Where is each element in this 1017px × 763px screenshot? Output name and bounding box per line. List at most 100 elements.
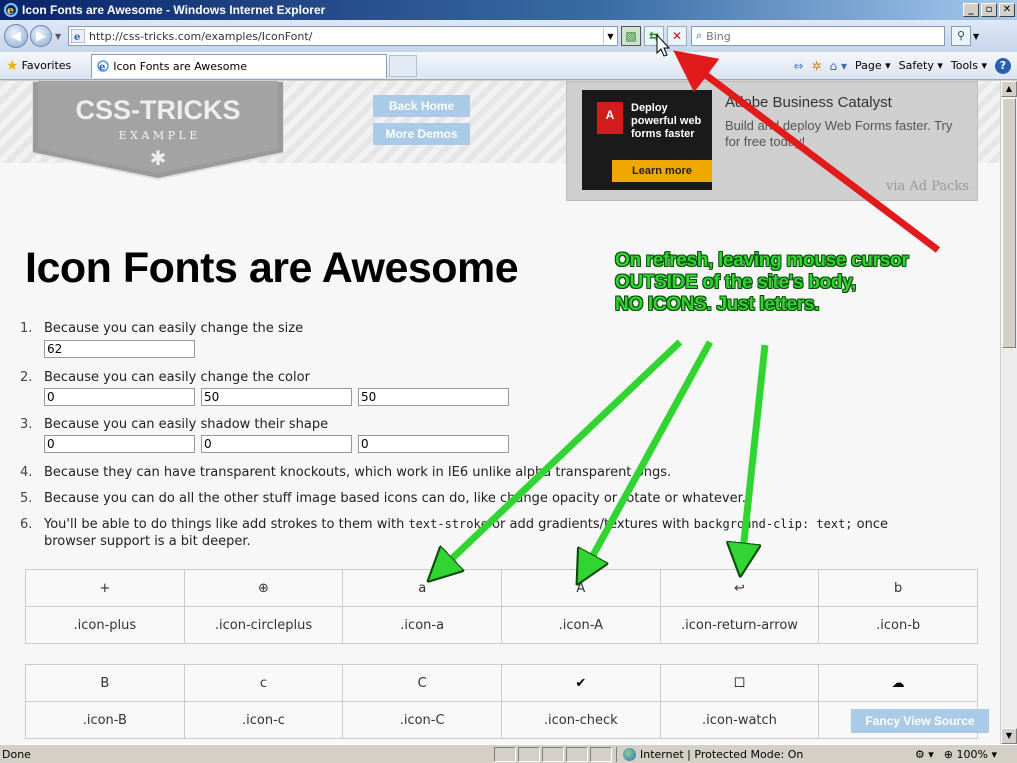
shadow-input-1[interactable] xyxy=(44,435,195,453)
ad-title[interactable]: Adobe Business Catalyst xyxy=(725,94,892,111)
page-viewport: CSS-TRICKS E X A M P L E ✱ Back Home Mor… xyxy=(0,81,1000,744)
annotation-line: On refresh, leaving mouse cursor xyxy=(615,250,909,271)
icon-table-1: + ⊕ a A ↩ b .icon-plus .icon-circleplus … xyxy=(25,569,978,644)
compatibility-view-button[interactable]: ▧ xyxy=(621,26,641,46)
table-cell: .icon-a xyxy=(342,606,502,644)
check-icon: ✔ xyxy=(500,664,661,702)
color-input-2[interactable] xyxy=(201,388,352,406)
stop-button[interactable]: ✕ xyxy=(667,26,687,46)
list-text: Because they can have transparent knocko… xyxy=(44,465,672,480)
status-text: Done xyxy=(2,747,31,761)
refresh-button[interactable]: ⇆ xyxy=(644,26,664,46)
zoom-level: 100% xyxy=(956,747,988,761)
annotation-line: NO ICONS. Just letters. xyxy=(615,294,820,315)
icon-a-glyph: a xyxy=(342,569,502,607)
css-tricks-logo[interactable]: CSS-TRICKS E X A M P L E ✱ xyxy=(32,81,284,181)
minimize-button[interactable]: _ xyxy=(963,3,979,17)
shadow-input-2[interactable] xyxy=(201,435,352,453)
web-slice-icon[interactable]: ✲ xyxy=(811,59,821,73)
icon-table-2: B c C ✔ ☐ ☁ .icon-B .icon-c .icon-C .ico… xyxy=(25,664,978,739)
accessibility-icon[interactable]: ⚙ ▾ xyxy=(915,748,934,761)
list-text: Because you can easily shadow their shap… xyxy=(44,417,329,432)
table-cell: .icon-check xyxy=(500,701,661,739)
search-input[interactable] xyxy=(706,29,944,43)
table-row: .icon-B .icon-c .icon-C .icon-check .ico… xyxy=(25,701,978,739)
ad-image: A Deploy powerful web forms faster Learn… xyxy=(582,90,712,190)
recent-pages-dropdown[interactable]: ▼ xyxy=(55,32,65,41)
icon-C-glyph: C xyxy=(342,664,502,702)
new-tab-button[interactable] xyxy=(389,54,418,77)
security-zone[interactable]: Internet | Protected Mode: On xyxy=(616,746,809,762)
stop-icon: ✕ xyxy=(671,29,683,43)
scroll-thumb[interactable] xyxy=(1002,98,1016,348)
maximize-button[interactable]: ▫ xyxy=(981,3,997,17)
svg-text:e: e xyxy=(7,4,14,17)
ad-banner[interactable]: A Deploy powerful web forms faster Learn… xyxy=(566,81,978,201)
svg-text:e: e xyxy=(99,62,105,73)
safety-menu[interactable]: Safety ▾ xyxy=(899,59,943,72)
table-row: + ⊕ a A ↩ b xyxy=(25,569,978,607)
more-demos-button[interactable]: More Demos xyxy=(373,123,470,145)
search-button[interactable]: ⚲ xyxy=(951,26,971,46)
status-cell xyxy=(542,746,564,762)
page-menu[interactable]: Page ▾ xyxy=(855,59,891,72)
url-input[interactable] xyxy=(89,29,603,43)
icon-circleplus-glyph: ⊕ xyxy=(183,569,344,607)
logo-asterisk-icon: ✱ xyxy=(150,146,167,170)
list-number: 4. xyxy=(20,465,33,480)
tools-menu[interactable]: Tools ▾ xyxy=(951,59,987,72)
favorites-label: Favorites xyxy=(21,59,72,72)
back-home-button[interactable]: Back Home xyxy=(373,95,470,117)
icon-plus-glyph: + xyxy=(25,569,185,607)
color-input-3[interactable] xyxy=(358,388,509,406)
back-button[interactable]: ◀ xyxy=(4,24,28,48)
feeds-icon[interactable]: ⇔ xyxy=(793,59,803,73)
table-cell: .icon-A xyxy=(501,606,661,644)
zone-label: Internet | Protected Mode: On xyxy=(640,747,804,761)
code-snippet: background-clip: text; xyxy=(693,517,853,531)
color-input-1[interactable] xyxy=(44,388,195,406)
table-cell: .icon-return-arrow xyxy=(659,606,820,644)
code-snippet: text-stroke xyxy=(408,517,488,531)
list-number: 2. xyxy=(20,370,33,385)
scroll-down-icon[interactable]: ▼ xyxy=(1001,728,1017,744)
zoom-control[interactable]: ⊕ 100% ▾ xyxy=(944,748,997,761)
table-cell: .icon-B xyxy=(25,701,185,739)
icon-B-glyph: B xyxy=(25,664,185,702)
shadow-input-3[interactable] xyxy=(358,435,509,453)
icon-return-arrow-glyph: ↩ xyxy=(659,569,820,607)
browser-tab[interactable]: e Icon Fonts are Awesome xyxy=(91,53,388,78)
help-icon[interactable]: ? xyxy=(995,57,1011,74)
adobe-logo-icon: A xyxy=(597,102,623,134)
home-icon[interactable]: ⌂ ▾ xyxy=(830,59,847,73)
tab-favicon-icon: e xyxy=(97,60,110,73)
fancy-view-source-button[interactable]: Fancy View Source xyxy=(851,709,989,733)
zoom-area: ⚙ ▾ ⊕ 100% ▾ xyxy=(915,748,997,761)
forward-button[interactable]: ▶ xyxy=(30,25,52,47)
search-options-dropdown[interactable]: ▼ xyxy=(973,32,983,41)
forward-arrow-icon: ▶ xyxy=(36,28,46,44)
zoom-icon: ⊕ xyxy=(943,747,957,761)
window-title-bar: e Icon Fonts are Awesome - Windows Inter… xyxy=(0,0,1017,20)
close-button[interactable]: ✕ xyxy=(999,3,1015,17)
list-text: You'll be able to do things like add str… xyxy=(44,517,889,532)
favorites-button[interactable]: ★ Favorites xyxy=(6,58,71,74)
bing-icon: ⌕ xyxy=(696,29,703,42)
page-title: Icon Fonts are Awesome xyxy=(25,244,519,292)
status-cell xyxy=(494,746,516,762)
logo-title: CSS-TRICKS xyxy=(75,95,240,125)
list-text: Because you can easily change the size xyxy=(44,321,304,336)
ad-description: Build and deploy Web Forms faster. Try f… xyxy=(725,118,953,149)
size-input[interactable] xyxy=(44,340,195,358)
list-number: 6. xyxy=(20,517,33,532)
learn-more-button[interactable]: Learn more xyxy=(612,160,712,182)
scroll-up-icon[interactable]: ▲ xyxy=(1001,81,1017,97)
address-dropdown[interactable]: ▼ xyxy=(603,27,617,45)
globe-icon xyxy=(623,747,636,761)
list-number: 5. xyxy=(20,491,33,506)
list-text-continued: browser support is a bit deeper. xyxy=(44,534,251,549)
address-bar[interactable]: e ▼ xyxy=(68,26,618,46)
search-box[interactable]: ⌕ xyxy=(691,26,945,46)
ad-via-label[interactable]: via Ad Packs xyxy=(886,179,969,194)
vertical-scrollbar[interactable]: ▲ ▼ xyxy=(1000,81,1017,744)
